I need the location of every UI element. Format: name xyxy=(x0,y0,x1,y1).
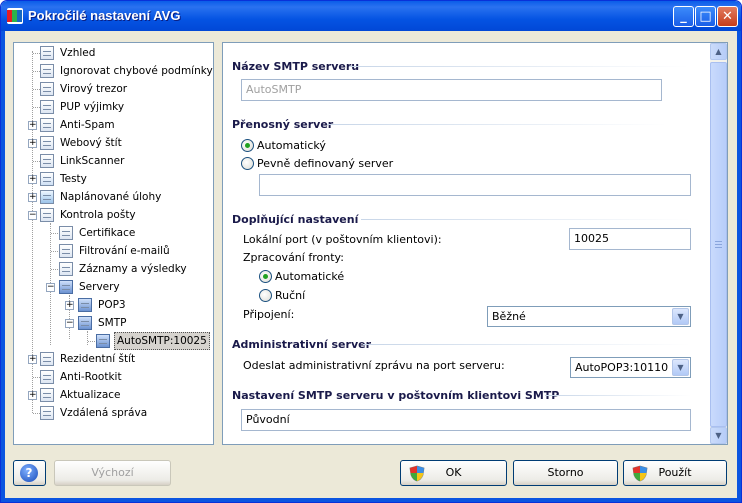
chevron-down-icon[interactable]: ▼ xyxy=(672,308,689,325)
default-button[interactable]: Výchozí xyxy=(54,460,171,486)
settings-page-icon xyxy=(40,82,54,96)
settings-page-icon xyxy=(40,100,54,114)
settings-page-icon xyxy=(40,46,54,60)
tree-item-ignore-errors[interactable]: Ignorovat chybové podmínky xyxy=(14,62,213,80)
tree-item-scans[interactable]: + Testy xyxy=(14,170,213,188)
settings-page-icon xyxy=(40,136,54,150)
section-title-additional: Doplňující nastavení xyxy=(232,213,359,226)
settings-page-icon xyxy=(40,388,54,402)
admin-port-select[interactable]: AutoPOP3:10110 ▼ xyxy=(570,357,691,378)
settings-page-icon xyxy=(59,262,73,276)
settings-page-icon xyxy=(40,118,54,132)
client-smtp-field[interactable]: Původní xyxy=(241,409,691,431)
expand-icon[interactable]: + xyxy=(28,193,37,202)
section-title-transfer: Přenosný server xyxy=(232,118,334,131)
tree-item-anti-rootkit[interactable]: Anti-Rootkit xyxy=(14,368,213,386)
help-icon: ? xyxy=(20,464,38,482)
tree-item-pup-exceptions[interactable]: PUP výjimky xyxy=(14,98,213,116)
expand-icon[interactable]: + xyxy=(28,121,37,130)
settings-page-icon xyxy=(40,64,54,78)
tree-item-autosmtp[interactable]: AutoSMTP:10025 xyxy=(14,332,213,350)
maximize-icon[interactable]: □ xyxy=(695,6,716,27)
settings-tree[interactable]: Vzhled Ignorovat chybové podmínky Virový… xyxy=(13,42,214,445)
tree-item-mail-filtering[interactable]: Filtrování e-mailů xyxy=(14,242,213,260)
local-port-field[interactable]: 10025 xyxy=(569,228,691,250)
avg-logo-icon xyxy=(7,8,23,24)
server-icon xyxy=(96,334,110,348)
settings-page-icon xyxy=(59,244,73,258)
section-title-server-name: Název SMTP serveru xyxy=(232,60,360,73)
server-icon xyxy=(59,280,73,294)
shield-icon xyxy=(632,465,648,482)
help-button[interactable]: ? xyxy=(13,460,46,486)
cancel-button[interactable]: Storno xyxy=(513,460,618,486)
tree-item-resident-shield[interactable]: + Rezidentní štít xyxy=(14,350,213,368)
window-title: Pokročilé nastavení AVG xyxy=(28,8,181,23)
close-icon[interactable]: ✕ xyxy=(717,6,738,27)
server-icon xyxy=(78,298,92,312)
tree-item-schedules[interactable]: + Naplánované úlohy xyxy=(14,188,213,206)
settings-page-icon xyxy=(40,370,54,384)
settings-page-icon xyxy=(40,208,54,222)
tree-item-update[interactable]: + Aktualizace xyxy=(14,386,213,404)
expand-icon[interactable]: + xyxy=(28,175,37,184)
tree-item-anti-spam[interactable]: + Anti-Spam xyxy=(14,116,213,134)
radio-transfer-auto[interactable]: Automatický xyxy=(241,137,326,153)
queue-label: Zpracování fronty: xyxy=(243,251,344,264)
minimize-icon[interactable]: _ xyxy=(673,6,694,27)
expand-icon[interactable]: + xyxy=(65,301,74,310)
title-bar: Pokročilé nastavení AVG _ □ ✕ xyxy=(1,1,741,31)
radio-queue-manual[interactable]: Ruční xyxy=(259,287,305,303)
tree-item-email-scanner[interactable]: − Kontrola pošty xyxy=(14,206,213,224)
schedule-clock-icon xyxy=(40,190,54,204)
connection-select[interactable]: Běžné ▼ xyxy=(487,306,691,327)
apply-button[interactable]: Použít xyxy=(623,460,727,486)
scroll-thumb[interactable] xyxy=(710,62,727,427)
tree-item-virus-vault[interactable]: Virový trezor xyxy=(14,80,213,98)
scroll-down-icon[interactable]: ▼ xyxy=(710,427,727,444)
settings-panel: Název SMTP serveru AutoSMTP Přenosný ser… xyxy=(222,42,728,445)
admin-send-label: Odeslat administrativní zprávu na port s… xyxy=(243,359,505,372)
fixed-server-field[interactable] xyxy=(259,174,691,196)
expand-icon[interactable]: + xyxy=(28,391,37,400)
settings-page-icon xyxy=(40,154,54,168)
radio-queue-auto[interactable]: Automatické xyxy=(259,268,344,284)
shield-icon xyxy=(409,465,425,482)
tree-item-web-shield[interactable]: + Webový štít xyxy=(14,134,213,152)
expand-icon[interactable]: + xyxy=(28,139,37,148)
connection-label: Připojení: xyxy=(243,308,295,321)
tree-item-vzhled[interactable]: Vzhled xyxy=(14,44,213,62)
tree-item-logs-results[interactable]: Záznamy a výsledky xyxy=(14,260,213,278)
settings-page-icon xyxy=(40,352,54,366)
chevron-down-icon[interactable]: ▼ xyxy=(672,359,689,376)
settings-page-icon xyxy=(40,406,54,420)
tree-item-smtp[interactable]: − SMTP xyxy=(14,314,213,332)
tree-item-certification[interactable]: Certifikace xyxy=(14,224,213,242)
expand-icon[interactable]: + xyxy=(28,355,37,364)
collapse-icon[interactable]: − xyxy=(65,319,74,328)
settings-window: Pokročilé nastavení AVG _ □ ✕ Vzhled Ign… xyxy=(0,0,742,503)
server-name-field[interactable]: AutoSMTP xyxy=(241,79,662,101)
scroll-up-icon[interactable]: ▲ xyxy=(710,43,727,60)
collapse-icon[interactable]: − xyxy=(28,211,37,220)
server-icon xyxy=(78,316,92,330)
radio-transfer-fixed[interactable]: Pevně definovaný server xyxy=(241,155,393,171)
tree-item-pop3[interactable]: + POP3 xyxy=(14,296,213,314)
section-title-client: Nastavení SMTP serveru v poštovním klien… xyxy=(232,389,560,402)
tree-item-servers[interactable]: − Servery xyxy=(14,278,213,296)
tree-item-linkscanner[interactable]: LinkScanner xyxy=(14,152,213,170)
section-title-admin: Administrativní server xyxy=(232,338,371,351)
vertical-scrollbar[interactable]: ▲ ▼ xyxy=(710,43,727,444)
settings-page-icon xyxy=(59,226,73,240)
tree-item-remote-admin[interactable]: Vzdálená správa xyxy=(14,404,213,422)
magnifier-page-icon xyxy=(40,172,54,186)
collapse-icon[interactable]: − xyxy=(46,283,55,292)
local-port-label: Lokální port (v poštovním klientovi): xyxy=(243,233,442,246)
ok-button[interactable]: OK xyxy=(400,460,507,486)
